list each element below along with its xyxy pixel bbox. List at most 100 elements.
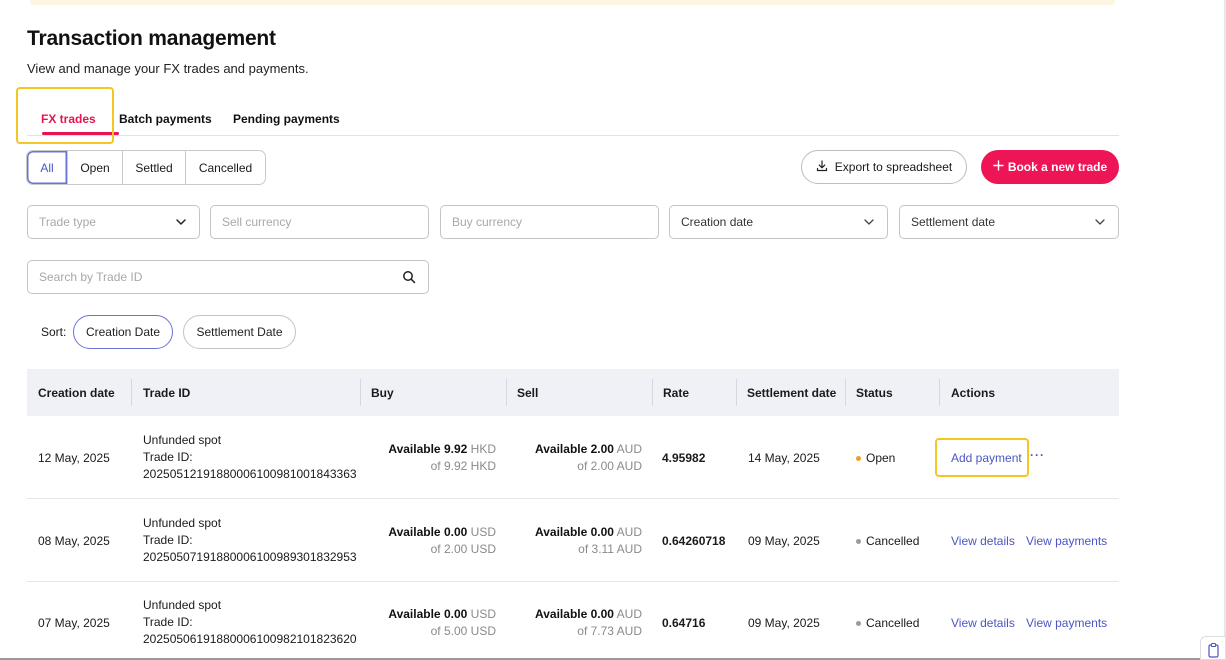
- table-row: 08 May, 2025 Unfunded spot Trade ID: 202…: [27, 500, 1119, 582]
- table-row: 07 May, 2025 Unfunded spot Trade ID: 202…: [27, 582, 1119, 660]
- trade-type-placeholder: Trade type: [39, 215, 96, 229]
- cell-creation-date: 12 May, 2025: [38, 451, 110, 465]
- highlight-box-action: [935, 438, 1029, 477]
- status-filter-cancelled[interactable]: Cancelled: [186, 151, 265, 184]
- header-divider: [360, 379, 361, 406]
- cell-rate: 0.64260718: [662, 534, 726, 548]
- buy-currency: USD: [470, 607, 496, 621]
- cell-sell: Available 0.00 AUD of 7.73 AUD: [535, 606, 642, 640]
- export-label: Export to spreadsheet: [834, 160, 953, 174]
- tab-pending-payments[interactable]: Pending payments: [233, 112, 340, 126]
- header-creation-date: Creation date: [38, 386, 115, 400]
- trade-id-label: Trade ID:: [143, 533, 193, 547]
- sort-settlement-date[interactable]: Settlement Date: [183, 315, 296, 349]
- cell-sell: Available 2.00 AUD of 2.00 AUD: [535, 441, 642, 475]
- header-buy: Buy: [371, 386, 394, 400]
- creation-date-select[interactable]: Creation date: [669, 205, 888, 239]
- trade-type: Unfunded spot: [143, 598, 222, 612]
- sell-currency: AUD: [616, 525, 642, 539]
- sell-available-label: Available: [535, 525, 588, 539]
- sell-available-amount: 2.00: [590, 442, 614, 456]
- sell-currency-placeholder: Sell currency: [222, 215, 292, 229]
- more-actions-button[interactable]: ···: [1030, 448, 1045, 462]
- cell-settlement-date: 14 May, 2025: [748, 451, 820, 465]
- cell-creation-date: 08 May, 2025: [38, 534, 110, 548]
- trade-type: Unfunded spot: [143, 433, 222, 447]
- sell-currency: AUD: [616, 442, 642, 456]
- header-settlement-date: Settlement date: [747, 386, 837, 400]
- sell-total: of 7.73 AUD: [577, 624, 642, 638]
- cell-sell: Available 0.00 AUD of 3.11 AUD: [535, 524, 642, 558]
- header-divider: [736, 379, 737, 406]
- cell-buy: Available 0.00 USD of 5.00 USD: [388, 606, 496, 640]
- trade-id-value: 20250507191880006100989301832953: [143, 550, 357, 564]
- buy-available-label: Available: [388, 525, 441, 539]
- search-icon[interactable]: [402, 270, 416, 287]
- header-divider: [845, 379, 846, 406]
- tab-batch-payments[interactable]: Batch payments: [119, 112, 212, 126]
- top-banner-strip: [30, 0, 1115, 5]
- trade-id-value: 20250512191880006100981001843363: [143, 467, 357, 481]
- settlement-date-label: Settlement date: [911, 215, 996, 229]
- table-header: Creation date Trade ID Buy Sell Rate Set…: [27, 369, 1119, 416]
- book-label: Book a new trade: [1007, 160, 1108, 174]
- status-dot: [856, 538, 861, 544]
- status-filter-open[interactable]: Open: [68, 151, 123, 184]
- status-dot: [856, 620, 861, 626]
- cell-rate: 0.64716: [662, 616, 706, 630]
- buy-currency-input[interactable]: Buy currency: [440, 205, 659, 239]
- highlight-box-tab: [16, 87, 114, 144]
- buy-available-amount: 0.00: [443, 525, 468, 539]
- cell-trade-id: Unfunded spot Trade ID: 2025050719188000…: [143, 515, 357, 566]
- cell-settlement-date: 09 May, 2025: [748, 616, 820, 630]
- status-filter-all[interactable]: All: [27, 151, 68, 184]
- buy-currency: USD: [470, 525, 496, 539]
- cell-settlement-date: 09 May, 2025: [748, 534, 820, 548]
- cell-buy: Available 0.00 USD of 2.00 USD: [388, 524, 496, 558]
- buy-total: of 2.00 USD: [430, 542, 496, 556]
- view-payments-link[interactable]: View payments: [1026, 534, 1107, 548]
- book-new-trade-button[interactable]: Book a new trade: [981, 150, 1119, 184]
- sell-currency-input[interactable]: Sell currency: [210, 205, 429, 239]
- settlement-date-select[interactable]: Settlement date: [899, 205, 1119, 239]
- search-placeholder: Search by Trade ID: [39, 270, 143, 284]
- buy-total: of 9.92 HKD: [430, 459, 496, 473]
- status-text: Cancelled: [866, 534, 920, 548]
- header-divider: [652, 379, 653, 406]
- sell-available-label: Available: [535, 442, 588, 456]
- buy-available-label: Available: [388, 607, 441, 621]
- buy-available-label: Available: [388, 442, 441, 456]
- sell-available-label: Available: [535, 607, 588, 621]
- sell-currency: AUD: [616, 607, 642, 621]
- cell-buy: Available 9.92 HKD of 9.92 HKD: [388, 441, 496, 475]
- status-filter-segmented: All Open Settled Cancelled: [26, 150, 266, 185]
- status-text: Open: [866, 451, 896, 465]
- view-details-link[interactable]: View details: [951, 616, 1015, 630]
- cell-rate: 4.95982: [662, 451, 706, 465]
- status-filter-settled[interactable]: Settled: [123, 151, 186, 184]
- trade-type-select[interactable]: Trade type: [27, 205, 200, 239]
- search-trade-id-input[interactable]: Search by Trade ID: [27, 260, 429, 294]
- header-rate: Rate: [663, 386, 690, 400]
- trade-id-value: 20250506191880006100982101823620: [143, 632, 357, 646]
- sell-available-amount: 0.00: [590, 525, 614, 539]
- export-spreadsheet-button[interactable]: Export to spreadsheet: [801, 150, 967, 184]
- cell-trade-id: Unfunded spot Trade ID: 2025051219188000…: [143, 432, 357, 483]
- header-divider: [131, 379, 132, 406]
- page-title: Transaction management: [27, 27, 276, 50]
- cell-trade-id: Unfunded spot Trade ID: 2025050619188000…: [143, 597, 357, 648]
- header-sell: Sell: [517, 386, 539, 400]
- status-badge: Cancelled: [856, 534, 919, 548]
- cell-creation-date: 07 May, 2025: [38, 616, 110, 630]
- clipboard-icon[interactable]: [1200, 636, 1226, 660]
- status-text: Cancelled: [866, 616, 920, 630]
- sort-creation-date[interactable]: Creation Date: [73, 315, 173, 349]
- buy-total: of 5.00 USD: [430, 624, 496, 638]
- plus-icon: [993, 160, 1004, 174]
- trade-type: Unfunded spot: [143, 516, 222, 530]
- view-details-link[interactable]: View details: [951, 534, 1015, 548]
- page-subtitle: View and manage your FX trades and payme…: [27, 61, 309, 76]
- view-payments-link[interactable]: View payments: [1026, 616, 1107, 630]
- chevron-down-icon: [1094, 216, 1106, 231]
- sell-total: of 3.11 AUD: [578, 542, 642, 556]
